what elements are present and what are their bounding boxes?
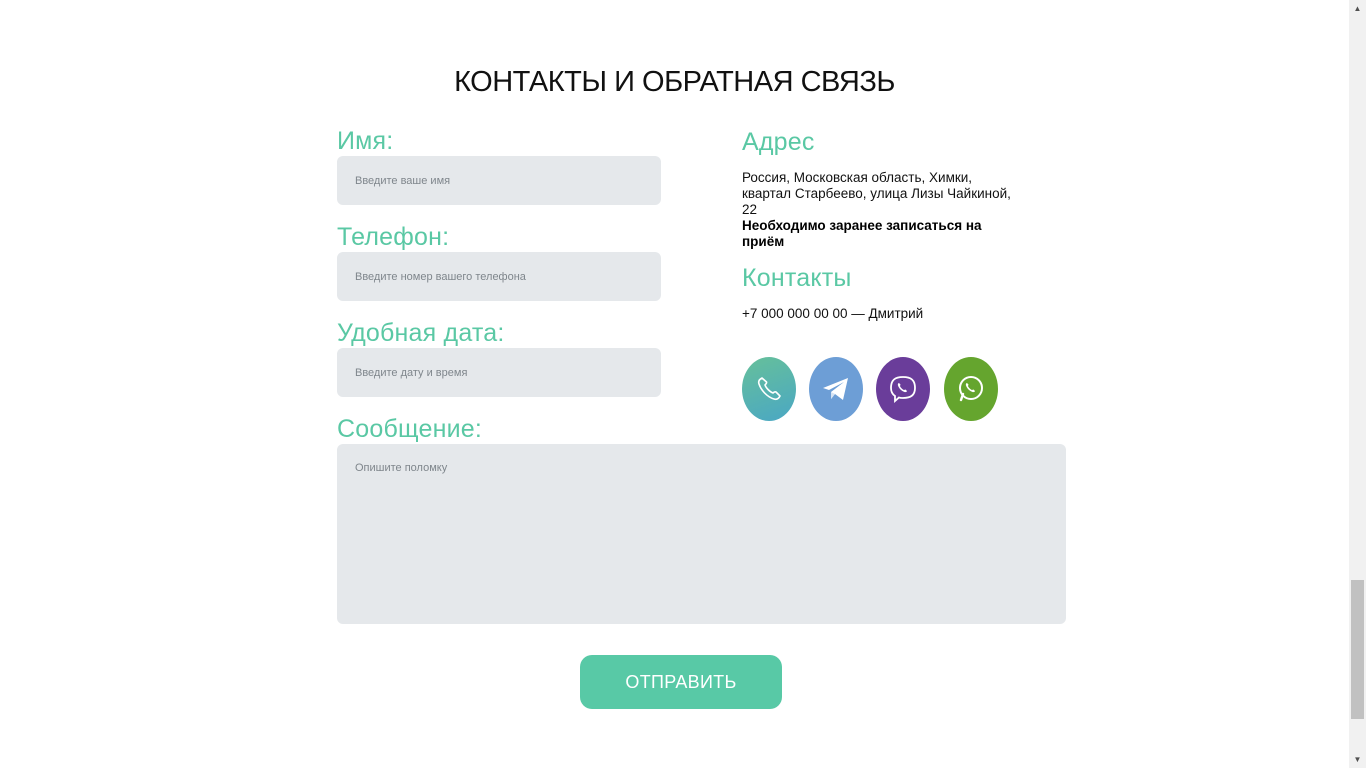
message-textarea[interactable] <box>337 444 1066 624</box>
scroll-down-arrow-icon[interactable]: ▼ <box>1349 751 1366 768</box>
scroll-thumb[interactable] <box>1351 580 1364 719</box>
telegram-icon <box>823 378 848 400</box>
appointment-note: Необходимо заранее записаться на приём <box>742 218 982 249</box>
date-input[interactable] <box>337 348 661 397</box>
contact-section: КОНТАКТЫ И ОБРАТНАЯ СВЯЗЬ Имя: Телефон: … <box>0 0 1366 768</box>
phone-input[interactable] <box>337 252 661 301</box>
name-input[interactable] <box>337 156 661 205</box>
submit-button[interactable]: ОТПРАВИТЬ <box>580 655 782 709</box>
contacts-title: Контакты <box>742 264 852 292</box>
phone-icon <box>757 377 781 401</box>
phone-call-button[interactable] <box>742 357 796 421</box>
viber-icon <box>890 376 916 403</box>
section-title: КОНТАКТЫ И ОБРАТНАЯ СВЯЗЬ <box>454 66 895 98</box>
whatsapp-button[interactable] <box>944 357 998 421</box>
telegram-button[interactable] <box>809 357 863 421</box>
contact-phone: +7 000 000 00 00 — Дмитрий <box>742 306 924 321</box>
page-scrollbar[interactable]: ▲ ▼ <box>1349 0 1366 768</box>
phone-label: Телефон: <box>337 223 450 251</box>
name-label: Имя: <box>337 127 394 155</box>
scroll-up-arrow-icon[interactable]: ▲ <box>1349 0 1366 17</box>
whatsapp-icon <box>959 376 983 402</box>
address-text: Россия, Московская область, Химки, кварт… <box>742 170 1011 217</box>
viber-button[interactable] <box>876 357 930 421</box>
message-label: Сообщение: <box>337 415 482 443</box>
date-label: Удобная дата: <box>337 319 505 347</box>
address-title: Адрес <box>742 128 815 156</box>
